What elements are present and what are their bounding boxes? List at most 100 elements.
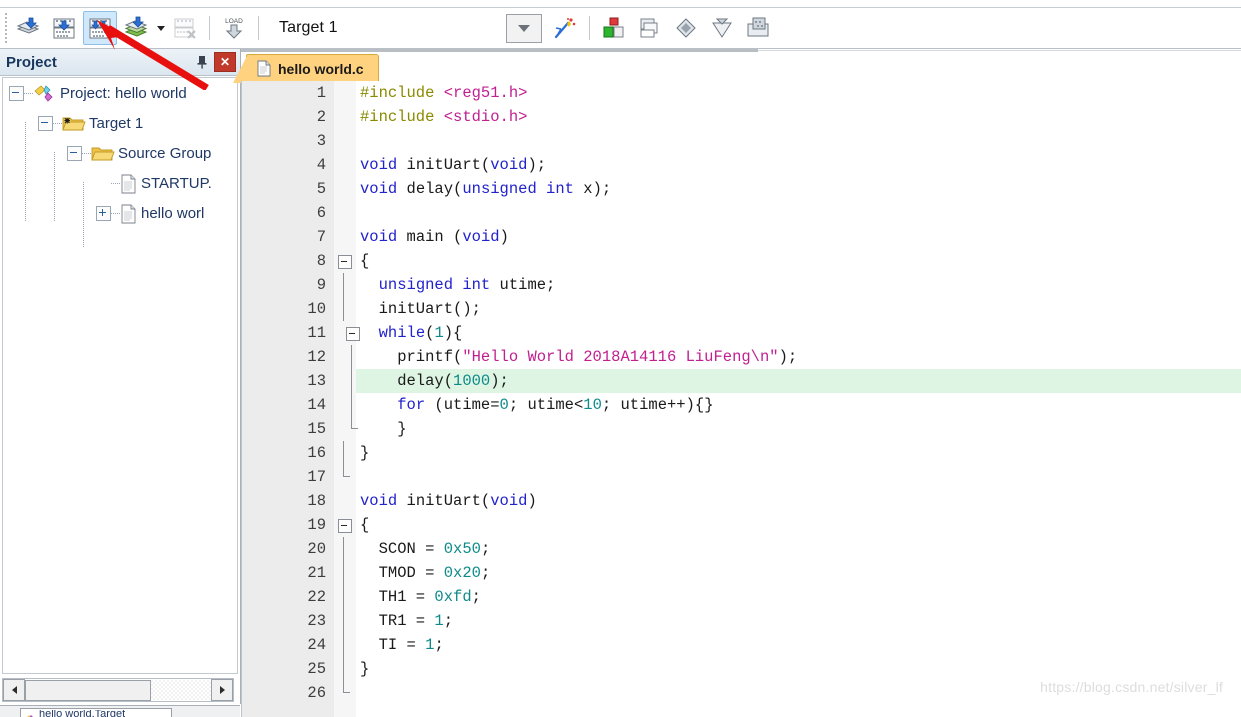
tree-connector xyxy=(24,92,33,94)
manage-components-icon[interactable] xyxy=(597,11,631,45)
code-line[interactable]: 20 SCON = 0x50; xyxy=(242,537,1241,561)
code-token: ; xyxy=(443,612,454,630)
editor-area: hello world.c 1 #include <reg51.h> 2 #inclu… xyxy=(233,49,1241,717)
scrollbar-thumb[interactable] xyxy=(25,680,151,701)
code-token: while xyxy=(378,324,426,342)
code-line[interactable]: 4 void initUart(void); xyxy=(242,153,1241,177)
fold-guide-end xyxy=(351,417,358,429)
expander-minus-icon[interactable] xyxy=(67,145,82,161)
translate-icon[interactable] xyxy=(11,11,45,45)
code-token: 0x20 xyxy=(443,564,481,582)
bottom-tab-label: hello world.Target xyxy=(39,710,126,717)
panel-title-label: Project xyxy=(6,53,57,71)
rebuild-icon[interactable] xyxy=(83,11,117,45)
code-line[interactable]: 10 initUart(); xyxy=(242,297,1241,321)
code-line-list[interactable]: 1 #include <reg51.h> 2 #include <stdio.h> 3 4… xyxy=(242,81,1241,717)
code-token: "Hello World 2018A14116 LiuFeng\n" xyxy=(462,348,779,366)
code-line[interactable]: 15 } xyxy=(242,417,1241,441)
code-token: ) xyxy=(527,492,537,510)
code-line[interactable]: 11 while(1){ xyxy=(242,321,1241,345)
code-editor[interactable]: 1 #include <reg51.h> 2 #include <stdio.h> 3 4… xyxy=(241,81,1241,717)
code-token: { xyxy=(360,516,370,534)
line-number: 19 xyxy=(307,516,326,534)
pin-icon[interactable] xyxy=(192,52,212,72)
fold-toggle-icon[interactable] xyxy=(338,255,352,269)
code-token: ) xyxy=(499,228,509,246)
code-token: x); xyxy=(573,180,612,198)
code-line[interactable]: 9 unsigned int utime; xyxy=(242,273,1241,297)
tree-item-hello-world-file[interactable]: hello worl xyxy=(3,198,237,228)
code-line[interactable]: 17 xyxy=(242,465,1241,489)
target-options-icon[interactable] xyxy=(548,11,582,45)
tree-connector xyxy=(111,182,120,184)
multi-project-icon[interactable] xyxy=(633,11,667,45)
code-token: delay( xyxy=(397,180,463,198)
code-text: delay(1000); xyxy=(360,369,509,393)
target-selector-label[interactable]: Target 1 xyxy=(279,19,338,37)
line-number: 21 xyxy=(307,564,326,582)
build-dropdown-arrow-icon[interactable] xyxy=(154,12,167,44)
expander-plus-icon[interactable] xyxy=(96,205,111,221)
download-icon[interactable]: LOAD xyxy=(217,11,251,45)
code-line[interactable]: 18 void initUart(void) xyxy=(242,489,1241,513)
target-dropdown-button[interactable] xyxy=(505,13,542,43)
templates-icon[interactable] xyxy=(741,11,775,45)
bottom-tab-project[interactable]: hello world.Target xyxy=(20,708,172,717)
toolbar-separator-2 xyxy=(258,16,259,40)
expander-minus-icon[interactable] xyxy=(9,85,24,101)
code-line[interactable]: 5 void delay(unsigned int x); xyxy=(242,177,1241,201)
code-line[interactable]: 16} xyxy=(242,441,1241,465)
code-line[interactable]: 19 { xyxy=(242,513,1241,537)
build-icon[interactable] xyxy=(47,11,81,45)
editor-tab-hello-world-c[interactable]: hello world.c xyxy=(233,54,379,83)
code-line[interactable]: 14 for (utime=0; utime<10; utime++){} xyxy=(242,393,1241,417)
code-line[interactable]: 23 TR1 = 1; xyxy=(242,609,1241,633)
line-number: 24 xyxy=(307,636,326,654)
code-line[interactable]: 1 #include <reg51.h> xyxy=(242,81,1241,105)
code-token: SCON = xyxy=(360,540,444,558)
book-icon[interactable] xyxy=(669,11,703,45)
toolbar-gripper[interactable] xyxy=(2,13,10,43)
watermark-text: https://blog.csdn.net/silver_lf xyxy=(1040,679,1223,695)
code-line[interactable]: 25} xyxy=(242,657,1241,681)
code-line[interactable]: 13 delay(1000); xyxy=(242,369,1241,393)
code-line[interactable]: 12 printf("Hello World 2018A14116 LiuFen… xyxy=(242,345,1241,369)
fold-guide-line xyxy=(351,345,352,369)
code-token: #include xyxy=(360,108,444,126)
code-line[interactable]: 24 TI = 1; xyxy=(242,633,1241,657)
scroll-left-button[interactable] xyxy=(3,679,25,701)
project-horizontal-scrollbar[interactable] xyxy=(2,678,234,702)
code-line[interactable]: 21 TMOD = 0x20; xyxy=(242,561,1241,585)
code-token: TH1 = xyxy=(360,588,435,606)
batch-build-icon[interactable] xyxy=(119,11,153,45)
code-token: ; utime++){} xyxy=(601,396,714,414)
tree-item-startup-file[interactable]: STARTUP. xyxy=(3,168,237,198)
tree-item-project[interactable]: Project: hello world xyxy=(3,78,237,108)
editor-tab-label: hello world.c xyxy=(278,60,364,77)
fold-toggle-icon[interactable] xyxy=(346,327,360,341)
fold-guide-line xyxy=(343,609,344,633)
code-line[interactable]: 2 #include <stdio.h> xyxy=(242,105,1241,129)
code-line[interactable]: 3 xyxy=(242,129,1241,153)
code-line[interactable]: 8{ xyxy=(242,249,1241,273)
code-text: TMOD = 0x20; xyxy=(360,561,491,585)
scrollbar-track[interactable] xyxy=(25,680,211,701)
tree-item-source-group[interactable]: Source Group xyxy=(3,138,237,168)
keil-uvision-window: LOAD Target 1 Project ✕ Project: hello w… xyxy=(0,0,1241,717)
code-line[interactable]: 6 xyxy=(242,201,1241,225)
scroll-right-button[interactable] xyxy=(211,679,233,701)
tree-item-label: STARTUP. xyxy=(141,174,212,192)
code-text: #include <reg51.h> xyxy=(360,81,527,105)
code-text: unsigned int utime; xyxy=(360,273,556,297)
project-tree[interactable]: Project: hello world Target 1 Source Gro… xyxy=(2,77,238,674)
code-line[interactable]: 7 void main (void) xyxy=(242,225,1241,249)
code-line[interactable]: 22 TH1 = 0xfd; xyxy=(242,585,1241,609)
code-token: printf( xyxy=(360,348,463,366)
code-token: void xyxy=(360,156,398,174)
stop-build-icon[interactable] xyxy=(168,11,202,45)
tree-item-target[interactable]: Target 1 xyxy=(3,108,237,138)
code-token: void xyxy=(360,492,398,510)
expander-minus-icon[interactable] xyxy=(38,115,53,131)
fold-toggle-icon[interactable] xyxy=(338,519,352,533)
functions-icon[interactable] xyxy=(705,11,739,45)
